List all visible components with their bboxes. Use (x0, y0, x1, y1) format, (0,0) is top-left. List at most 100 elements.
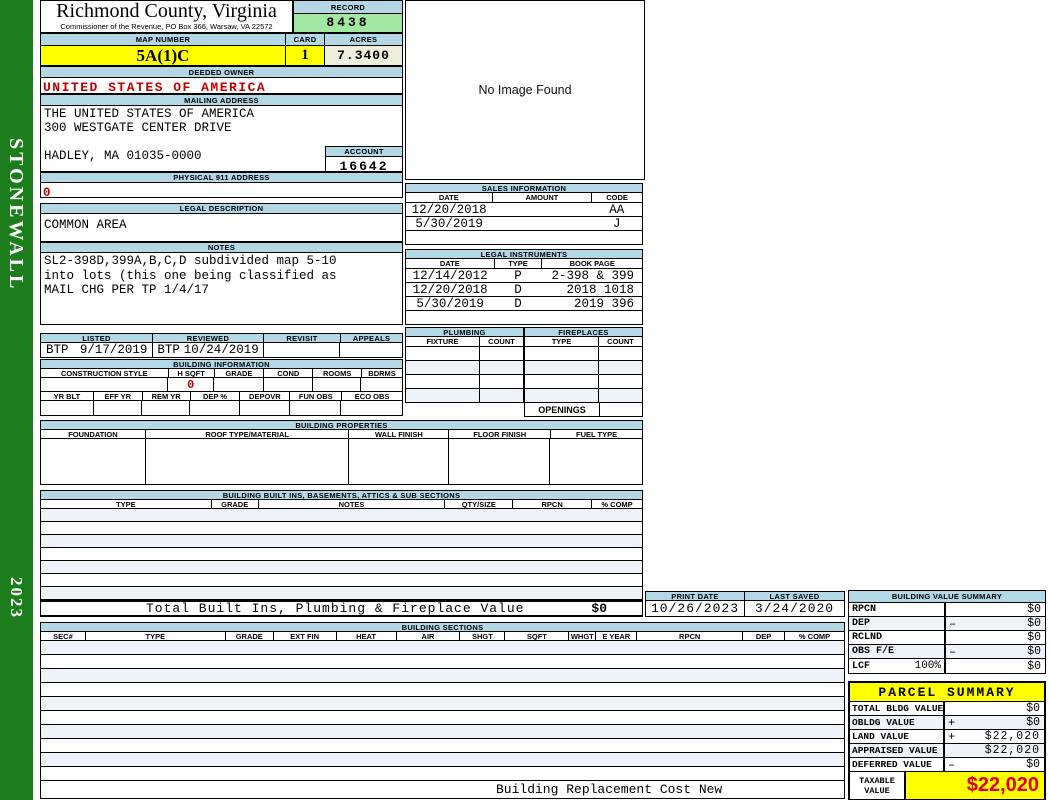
empty-row (41, 697, 844, 711)
built-ins-headers: TYPE GRADE NOTES QTY/SIZE RPCN % COMP (40, 500, 643, 509)
fireplaces-header-count: COUNT (599, 337, 643, 347)
record-label: RECORD (293, 0, 403, 14)
bs-h-dep: DEP (743, 632, 785, 641)
parcel-row: TOTAL BLDG VALUE $0 (850, 702, 1044, 716)
map-number-label: MAP NUMBER (40, 33, 286, 46)
empty-row (41, 669, 844, 683)
empty-row (41, 655, 844, 669)
property-record-card: STONEWALL 2023 Richmond County, Virginia… (0, 0, 1050, 800)
bi-h-yrblt: YR BLT (41, 392, 94, 401)
mailing-line: 300 WESTGATE CENTER DRIVE (44, 121, 402, 135)
sale-code: AA (591, 203, 642, 216)
bvs-value: $0 (960, 645, 1045, 658)
listed-by: BTP (46, 343, 69, 357)
parcel-op: + (945, 716, 958, 730)
empty-row (41, 711, 844, 725)
li-bookpage: 2019 396 (542, 297, 642, 310)
legal-instruments: LEGAL INSTRUMENTS DATE TYPE BOOK PAGE 12… (405, 249, 643, 325)
sale-date: 12/20/2018 (406, 203, 492, 216)
bi-funobs (290, 401, 342, 415)
li-header-bookpage: BOOK PAGE (542, 259, 643, 269)
bvs-row: RCLND $0 (849, 631, 1045, 645)
parcel-label: DEFERRED VALUE (852, 759, 932, 770)
building-sections-title: BUILDING SECTIONS (40, 622, 845, 632)
plumbing-empty-row (406, 389, 523, 403)
district-name: STONEWALL (4, 138, 27, 291)
property-image-placeholder: No Image Found (405, 0, 645, 180)
bvs-label: RCLND (852, 632, 882, 643)
bi-h-construction-style: CONSTRUCTION STYLE (41, 369, 169, 378)
bvs-value: $0 (960, 660, 1045, 673)
sales-row: 12/20/2018 AA (406, 203, 642, 217)
empty-row (41, 509, 642, 522)
physical-address-box: 0 (40, 183, 403, 198)
sale-amount (492, 217, 591, 230)
bp-h-fuel: FUEL TYPE (551, 430, 643, 439)
card-label: CARD (286, 33, 325, 46)
hsqft-number: 0 (187, 378, 194, 392)
li-header-date: DATE (406, 259, 495, 269)
openings-label: OPENINGS (538, 405, 586, 415)
fireplaces-empty-row (525, 347, 642, 361)
parcel-summary: PARCEL SUMMARY TOTAL BLDG VALUE $0 OBLDG… (848, 681, 1046, 800)
bvs-label: OBS F/E (852, 646, 894, 657)
sales-headers: DATE AMOUNT CODE (405, 193, 643, 203)
bs-h-extfin: EXT FIN (274, 632, 337, 641)
sales-row: 5/30/2019 J (406, 217, 642, 231)
bs-h-eyear: E YEAR (596, 632, 637, 641)
plumbing-title: PLUMBING (405, 327, 524, 337)
li-bookpage: 2-398 & 399 (542, 269, 642, 282)
empty-row (41, 561, 642, 574)
taxable-value-row: TAXABLE VALUE $22,020 (850, 772, 1044, 799)
bp-body (40, 439, 643, 485)
bi-depovr (240, 401, 290, 415)
legal-instrument-empty-row (406, 311, 642, 325)
parcel-summary-rows: TOTAL BLDG VALUE $0 OBLDG VALUE + $0 LAN… (850, 702, 1044, 799)
bp-fuel (550, 439, 642, 484)
empty-row (41, 574, 642, 587)
bvs-op: – (946, 617, 960, 631)
bs-h-comp: % COMP (785, 632, 845, 641)
bvs-title: BUILDING VALUE SUMMARY (848, 590, 1046, 603)
empty-row (41, 725, 844, 739)
print-info-values: 10/26/2023 3/24/2020 (645, 601, 845, 617)
bvs-qualifier: 100% (915, 660, 941, 672)
bin-h-grade: GRADE (212, 500, 259, 509)
sales-header-code: CODE (592, 193, 643, 203)
bp-h-wall: WALL FINISH (349, 430, 449, 439)
empty-row (41, 587, 642, 600)
fireplaces-header-type: TYPE (525, 337, 599, 347)
legal-description-label: LEGAL DESCRIPTION (40, 203, 403, 214)
bvs-value: $0 (960, 603, 1045, 616)
bs-h-sqft: SQFT (505, 632, 569, 641)
bi-row1-values: 0 (40, 378, 403, 392)
fireplaces-headers: TYPE COUNT (524, 337, 643, 347)
fireplaces-title: FIREPLACES (524, 327, 643, 337)
print-date-label: PRINT DATE (645, 591, 745, 601)
parcel-label: LAND VALUE (852, 731, 909, 742)
parcel-op: + (945, 730, 958, 744)
bvs-label: DEP (852, 618, 870, 629)
parcel-label: OBLDG VALUE (852, 717, 915, 728)
revisit-value (264, 343, 341, 357)
legal-instruments-headers: DATE TYPE BOOK PAGE (405, 259, 643, 269)
building-sections-rows (40, 641, 845, 781)
bvs-label: LCF (852, 661, 870, 672)
bi-construction-style (41, 378, 168, 391)
bs-h-whgt: WHGT (569, 632, 596, 641)
bi-h-funobs: FUN OBS (290, 392, 342, 401)
bi-h-cond: COND (264, 369, 313, 378)
fireplaces-rows (524, 347, 643, 403)
notes-line: SL2-398D,399A,B,C,D subdivided map 5-10 (44, 254, 402, 269)
parcel-value: $0 (958, 702, 1044, 715)
bi-ecoobs (341, 401, 402, 415)
parcel-value: $22,020 (958, 730, 1044, 743)
bi-h-rooms: ROOMS (313, 369, 362, 378)
bvs-row: RPCN $0 (849, 603, 1045, 617)
empty-row (41, 739, 844, 753)
taxable-label: TAXABLE VALUE (852, 776, 902, 796)
bs-h-type: TYPE (86, 632, 226, 641)
parcel-row: OBLDG VALUE + $0 (850, 716, 1044, 730)
appeals-label: APPEALS (341, 333, 403, 343)
record-value: 8438 (293, 14, 403, 33)
